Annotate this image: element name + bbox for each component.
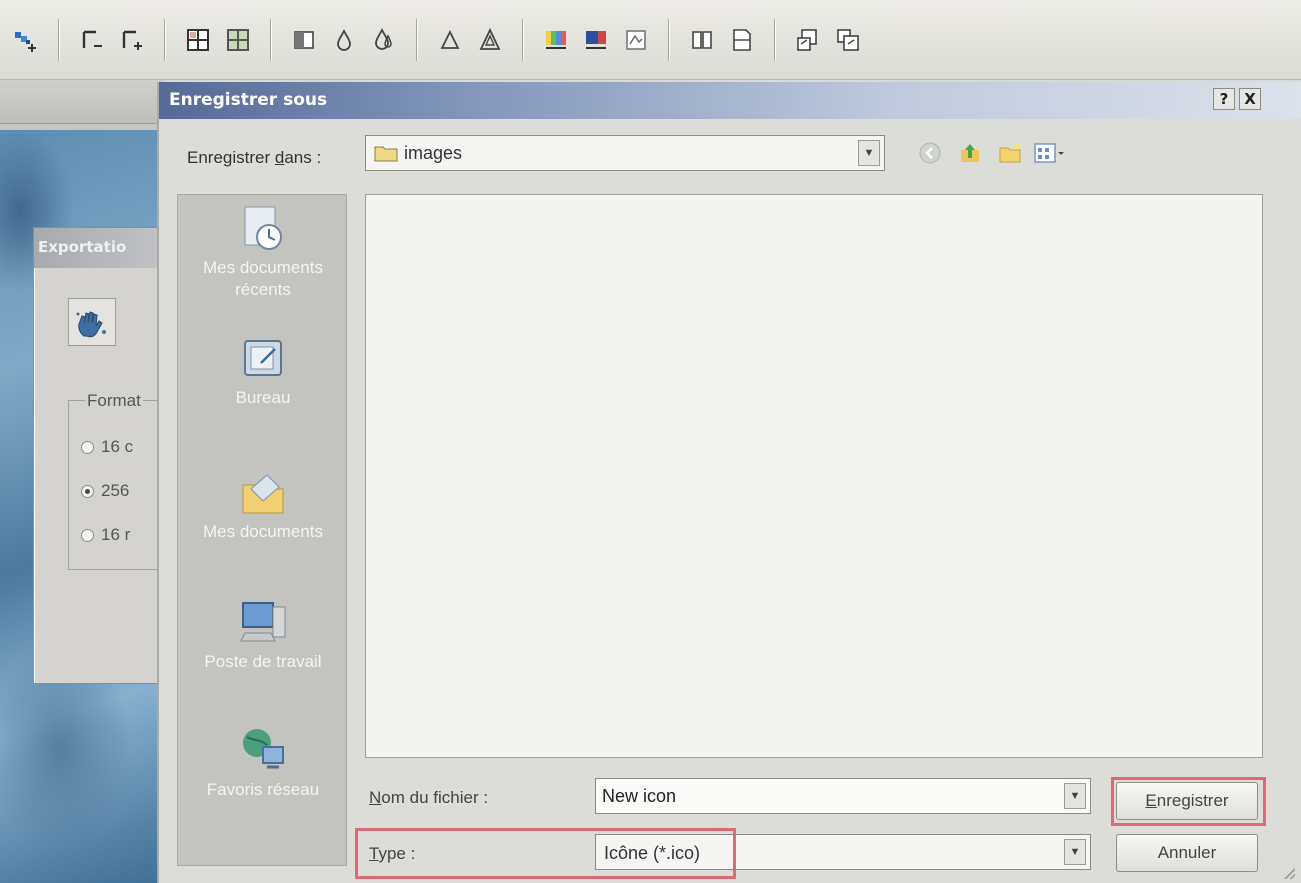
file-type-value: Icône (*.ico) (604, 843, 701, 863)
close-button[interactable]: X (1239, 88, 1261, 110)
save-as-dialog: Enregistrer sous ? X Enregistrer dans : … (157, 82, 1301, 883)
format-option-16-colors[interactable]: 16 c (81, 437, 133, 457)
filename-combobox[interactable]: ▼ (595, 778, 1091, 814)
radio-button[interactable] (81, 440, 94, 454)
book-icon[interactable] (685, 20, 719, 60)
file-list[interactable] (365, 194, 1263, 758)
help-button[interactable]: ? (1213, 88, 1235, 110)
place-label: Poste de travail (204, 652, 322, 671)
dialog-titlebar[interactable]: Enregistrer sous ? X (159, 82, 1301, 119)
format-option-label: 16 r (101, 525, 131, 544)
filename-label: Nom du fichier : (369, 788, 488, 808)
my-documents-icon (242, 474, 284, 514)
filename-label-text: om du fichier : (381, 788, 489, 807)
radio-button-checked[interactable] (81, 484, 94, 498)
back-icon[interactable] (913, 138, 947, 168)
cancel-button[interactable]: Annuler (1116, 834, 1258, 872)
hand-icon (68, 298, 116, 346)
triangle-icon[interactable] (433, 20, 467, 60)
background-app-header (0, 80, 165, 124)
toolbar-separator (522, 18, 524, 61)
format-option-256-colors[interactable]: 256 (81, 481, 129, 501)
page-icon[interactable] (725, 20, 759, 60)
toolbar-separator (58, 18, 60, 61)
place-label: Bureau (235, 388, 291, 407)
contrast-icon[interactable] (287, 20, 321, 60)
export-icon[interactable] (791, 20, 825, 60)
toolbar-separator (416, 18, 418, 61)
recent-documents-icon (244, 206, 282, 250)
filename-input[interactable] (602, 784, 1042, 808)
place-network[interactable]: Favoris réseau (178, 725, 348, 801)
place-label: Mes documents (203, 522, 323, 541)
save-button[interactable]: Enregistrer (1116, 782, 1258, 820)
desktop-icon (244, 340, 282, 376)
toolbar-separator (668, 18, 670, 61)
place-label: Favoris réseau (206, 780, 320, 799)
up-folder-icon[interactable] (953, 138, 987, 168)
grid-icon[interactable] (181, 20, 215, 60)
save-button-accel: E (1145, 791, 1157, 810)
format-option-label: 16 c (101, 437, 134, 456)
my-computer-icon (240, 602, 286, 642)
import-icon[interactable] (831, 20, 865, 60)
save-in-value: images (404, 142, 463, 163)
format-option-16-million[interactable]: 16 r (81, 525, 130, 545)
chevron-down-icon[interactable]: ▼ (1064, 783, 1086, 809)
export-dialog: Exportatio Format 16 c 256 16 r (33, 227, 178, 684)
chevron-down-icon[interactable]: ▼ (858, 140, 880, 166)
dialog-title: Enregistrer sous (169, 90, 328, 110)
export-dialog-title: Exportatio (34, 228, 172, 268)
toolbar-separator (164, 18, 166, 61)
main-toolbar (0, 0, 1301, 80)
gamma-minus-icon[interactable] (75, 20, 109, 60)
filename-label-accel: N (369, 788, 382, 807)
drop-icon[interactable] (327, 20, 361, 60)
save-in-combobox[interactable]: images ▼ (365, 135, 885, 171)
palette-icon[interactable] (539, 20, 573, 60)
save-in-label-text: ans : (284, 148, 322, 167)
file-type-combobox[interactable]: Icône (*.ico) ▼ (595, 834, 1091, 870)
format-label: Format (85, 391, 143, 411)
resize-grip[interactable] (1281, 865, 1295, 879)
place-my-documents[interactable]: Mes documents (178, 467, 348, 543)
network-places-icon (243, 729, 284, 769)
save-in-label-accel: d (274, 148, 285, 167)
place-label: Mes documents récents (203, 258, 323, 300)
image-effect-icon[interactable] (619, 20, 653, 60)
new-folder-icon[interactable] (993, 138, 1027, 168)
gamma-plus-icon[interactable] (115, 20, 149, 60)
file-type-label-text: ype : (378, 844, 416, 863)
screen-icon[interactable] (579, 20, 613, 60)
place-desktop[interactable]: Bureau (178, 333, 348, 409)
format-option-label: 256 (101, 481, 130, 500)
view-menu-icon[interactable] (1033, 138, 1067, 168)
toolbar-separator (774, 18, 776, 61)
drops-icon[interactable] (367, 20, 401, 60)
places-bar: Mes documents récents Bureau Mes documen… (177, 194, 347, 866)
save-in-label: Enregistrer dans : (187, 148, 321, 168)
file-type-label: Type : (369, 844, 415, 864)
folder-icon (374, 146, 398, 162)
place-my-computer[interactable]: Poste de travail (178, 597, 348, 673)
grid-color-icon[interactable] (221, 20, 255, 60)
place-recent-documents[interactable]: Mes documents récents (178, 203, 348, 301)
radio-button[interactable] (81, 528, 94, 542)
save-in-label-text: Enregistrer (187, 148, 275, 167)
triangles-icon[interactable] (473, 20, 507, 60)
toolbar-separator (270, 18, 272, 61)
save-button-label: nregistrer (1156, 791, 1229, 810)
navigation-toolbar (913, 138, 1073, 168)
chevron-down-icon[interactable]: ▼ (1064, 839, 1086, 865)
add-color-icon[interactable] (9, 20, 43, 60)
